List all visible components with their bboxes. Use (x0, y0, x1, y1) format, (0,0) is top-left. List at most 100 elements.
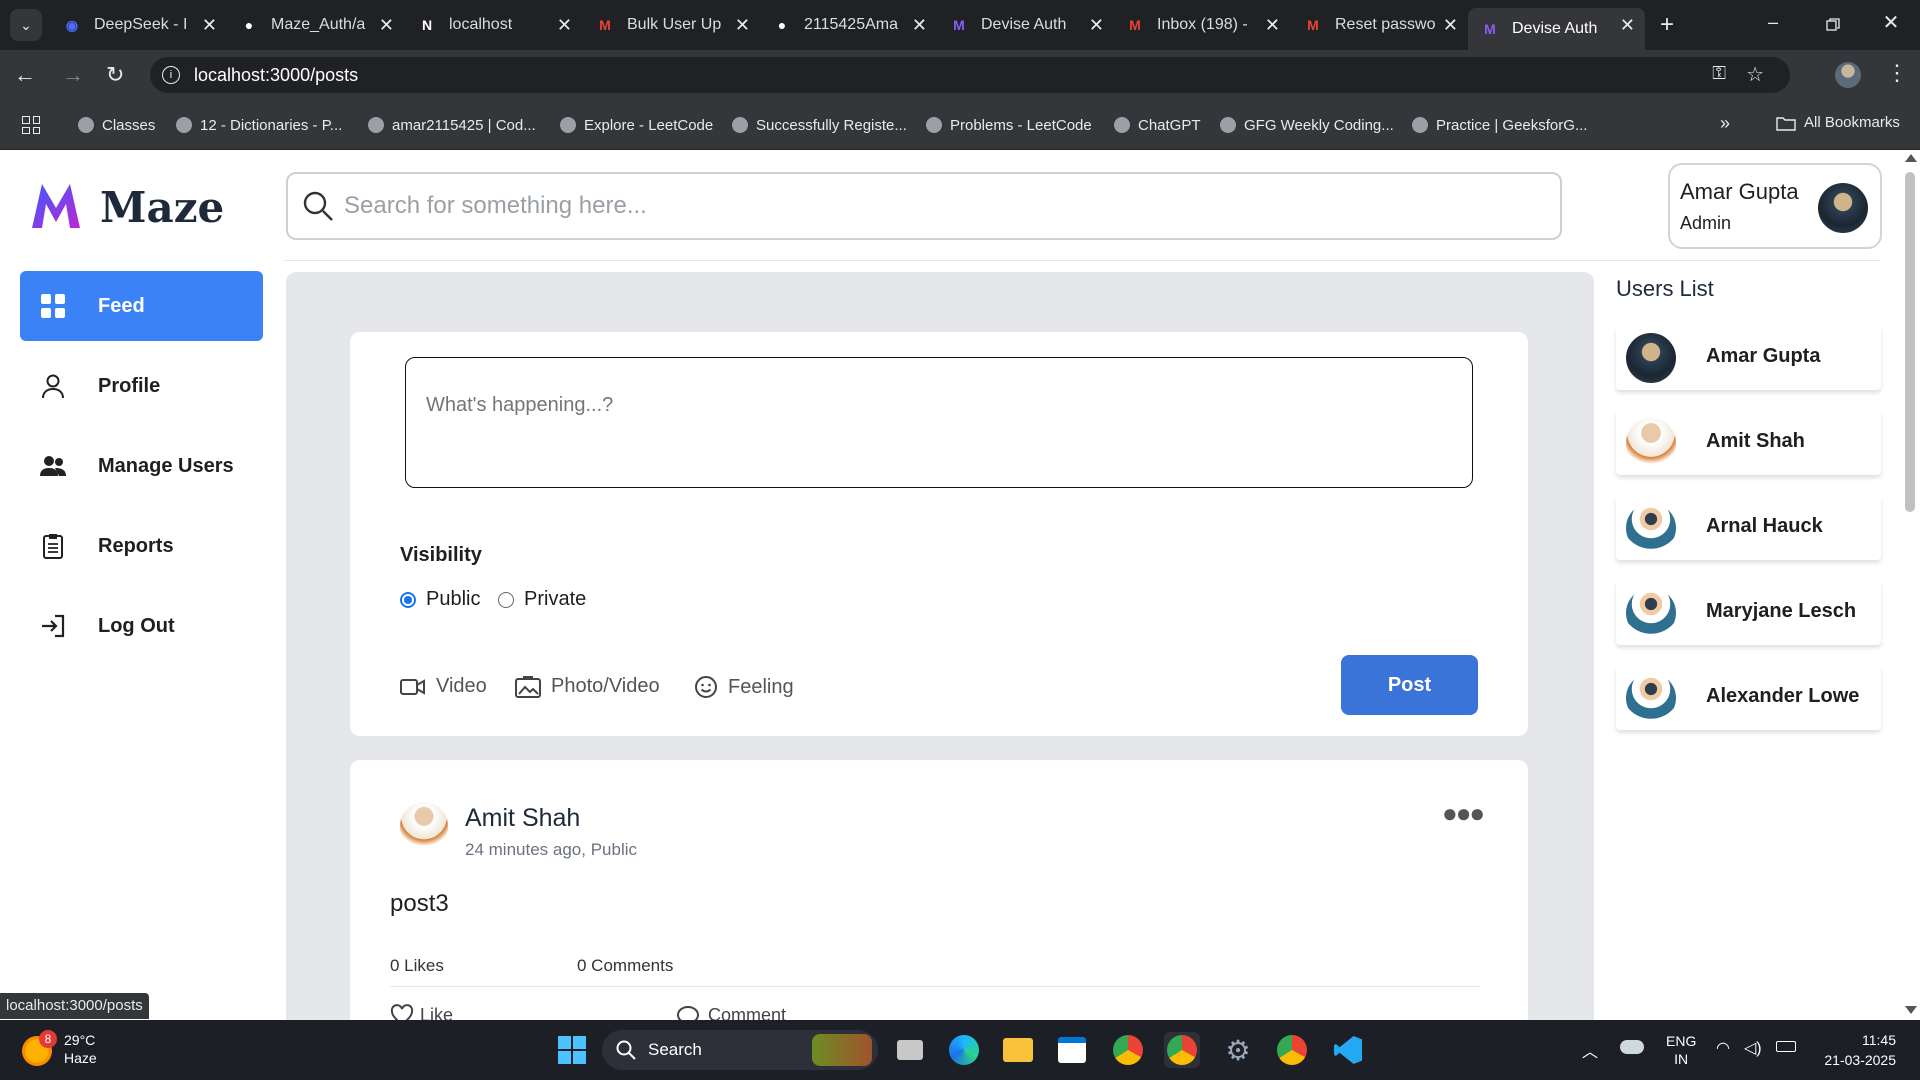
comment-button[interactable]: Comment (676, 1004, 786, 1020)
visibility-public-option[interactable]: Public (400, 588, 480, 611)
post-button[interactable]: Post (1341, 655, 1478, 715)
clock[interactable]: 11:45 21-03-2025 (1812, 1030, 1896, 1070)
sidebar-item-feed[interactable]: Feed (20, 271, 263, 341)
post-comments-count[interactable]: 0 Comments (577, 956, 673, 976)
tab-search-dropdown-button[interactable]: ⌄ (10, 9, 42, 41)
weather-widget[interactable]: 8 29°C Haze (22, 1030, 112, 1070)
close-tab-icon[interactable]: ✕ (1089, 15, 1104, 36)
chrome-active-taskbar-icon[interactable] (1164, 1032, 1200, 1068)
browser-tab[interactable]: M Inbox (198) - ✕ (1113, 8, 1290, 42)
user-list-item[interactable]: Maryjane Lesch (1616, 580, 1881, 645)
bookmark-item[interactable]: Practice | GeeksforG... (1412, 114, 1587, 136)
browser-tab[interactable]: ◉ DeepSeek - I ✕ (50, 8, 227, 42)
forward-button[interactable]: → (62, 62, 84, 88)
browser-tab[interactable]: M Devise Auth ✕ (937, 8, 1114, 42)
more-bookmarks-chevron-icon[interactable]: » (1720, 113, 1730, 134)
system-tray[interactable]: ◠ ◁) (1716, 1038, 1796, 1058)
taskbar-search-box[interactable]: Search (602, 1030, 878, 1070)
sidebar-item-profile[interactable]: Profile (20, 351, 263, 421)
file-explorer-taskbar-icon[interactable] (1000, 1032, 1036, 1068)
video-action[interactable]: Video (400, 675, 487, 698)
store-taskbar-icon[interactable] (1054, 1032, 1090, 1068)
post-card: Amit Shah 24 minutes ago, Public ●●● pos… (350, 760, 1528, 1020)
sidebar-item-log-out[interactable]: Log Out (20, 591, 263, 661)
feeling-action[interactable]: Feeling (694, 675, 794, 699)
chrome-icon (1277, 1035, 1307, 1065)
close-tab-icon[interactable]: ✕ (912, 15, 927, 36)
browser-tab[interactable]: ● 2115425Ama ✕ (760, 8, 937, 42)
minimize-button[interactable]: – (1760, 12, 1786, 33)
user-list-item[interactable]: Amit Shah (1616, 410, 1881, 475)
bookmark-item[interactable]: Problems - LeetCode (926, 114, 1092, 136)
bookmark-item[interactable]: Classes (78, 114, 155, 136)
browser-tab[interactable]: M Reset passwo ✕ (1291, 8, 1468, 42)
brand-logo[interactable]: Maze (28, 178, 224, 236)
post-author-name[interactable]: Amit Shah (465, 804, 580, 833)
bookmark-label: Successfully Registe... (756, 116, 907, 134)
close-tab-icon[interactable]: ✕ (557, 15, 572, 36)
vscode-taskbar-icon[interactable] (1330, 1032, 1366, 1068)
close-tab-icon[interactable]: ✕ (735, 15, 750, 36)
address-bar[interactable]: i localhost:3000/posts ⚿ ☆ (150, 57, 1790, 93)
task-view-button[interactable] (892, 1032, 928, 1068)
photo-video-action[interactable]: Photo/Video (515, 675, 660, 698)
bookmark-item[interactable]: amar2115425 | Cod... (368, 114, 536, 136)
private-radio[interactable] (498, 591, 514, 608)
post-textarea[interactable] (405, 357, 1473, 488)
sidebar-item-manage-users[interactable]: Manage Users (20, 431, 263, 501)
apps-grid-icon[interactable] (22, 116, 40, 134)
post-meta: 24 minutes ago, Public (465, 840, 637, 859)
show-hidden-icons-button[interactable]: ︿ (1582, 1038, 1598, 1062)
bookmark-item[interactable]: Explore - LeetCode (560, 114, 713, 136)
site-info-icon[interactable]: i (162, 66, 180, 84)
star-icon[interactable]: ☆ (1746, 62, 1764, 87)
clock-date: 21-03-2025 (1824, 1052, 1896, 1068)
scrollbar-thumb[interactable] (1905, 172, 1915, 512)
post-options-button[interactable]: ●●● (1442, 798, 1485, 829)
like-button[interactable]: Like (390, 1004, 453, 1020)
back-button[interactable]: ← (14, 62, 36, 88)
new-tab-button[interactable]: + (1652, 10, 1682, 40)
settings-taskbar-icon[interactable]: ⚙ (1220, 1032, 1256, 1068)
chrome-profile-a-taskbar-icon[interactable] (1110, 1032, 1146, 1068)
browser-tab[interactable]: Nlocalhost ✕ (405, 8, 582, 42)
browser-tab[interactable]: M Bulk User Up ✕ (583, 8, 760, 42)
sidebar-item-reports[interactable]: Reports (20, 511, 263, 581)
bookmark-item[interactable]: ChatGPT (1114, 114, 1201, 136)
post-likes-count[interactable]: 0 Likes (390, 956, 444, 976)
restore-button[interactable] (1820, 12, 1846, 38)
post-author-avatar[interactable] (400, 802, 448, 850)
reload-button[interactable]: ↻ (106, 62, 124, 88)
menu-kebab-button[interactable]: ⋮ (1886, 60, 1908, 86)
user-list-item[interactable]: Amar Gupta (1616, 325, 1881, 390)
onedrive-icon[interactable] (1620, 1040, 1644, 1054)
bookmark-item[interactable]: Successfully Registe... (732, 114, 907, 136)
avatar (1626, 588, 1676, 638)
profile-avatar[interactable] (1835, 62, 1861, 88)
user-list-item[interactable]: Alexander Lowe (1616, 665, 1881, 730)
start-button[interactable] (554, 1032, 590, 1068)
public-radio[interactable] (400, 591, 416, 608)
browser-tab[interactable]: M Devise Auth ✕ (1468, 8, 1645, 50)
browser-tab[interactable]: ● Maze_Auth/a ✕ (227, 8, 404, 42)
close-tab-icon[interactable]: ✕ (1443, 15, 1458, 36)
language-indicator[interactable]: ENG IN (1666, 1032, 1696, 1068)
bookmark-item[interactable]: GFG Weekly Coding... (1220, 114, 1394, 136)
close-tab-icon[interactable]: ✕ (202, 15, 217, 36)
scroll-down-arrow-icon[interactable] (1905, 1006, 1917, 1014)
close-tab-icon[interactable]: ✕ (379, 15, 394, 36)
visibility-private-option[interactable]: Private (498, 588, 586, 611)
scroll-up-arrow-icon[interactable] (1905, 154, 1917, 162)
maze-logo-icon (32, 184, 80, 228)
bookmark-item[interactable]: 12 - Dictionaries - P... (176, 114, 342, 136)
close-tab-icon[interactable]: ✕ (1265, 15, 1280, 36)
all-bookmarks-folder[interactable]: All Bookmarks (1776, 114, 1900, 131)
password-key-icon[interactable]: ⚿ (1712, 63, 1726, 84)
page-scrollbar[interactable] (1900, 150, 1920, 1020)
close-tab-icon[interactable]: ✕ (1620, 15, 1635, 36)
user-list-item[interactable]: Arnal Hauck (1616, 495, 1881, 560)
close-window-button[interactable]: ✕ (1878, 10, 1904, 35)
chrome-profile-b-taskbar-icon[interactable] (1274, 1032, 1310, 1068)
edge-taskbar-icon[interactable] (946, 1032, 982, 1068)
search-input[interactable]: Search for something here... (286, 172, 1562, 240)
